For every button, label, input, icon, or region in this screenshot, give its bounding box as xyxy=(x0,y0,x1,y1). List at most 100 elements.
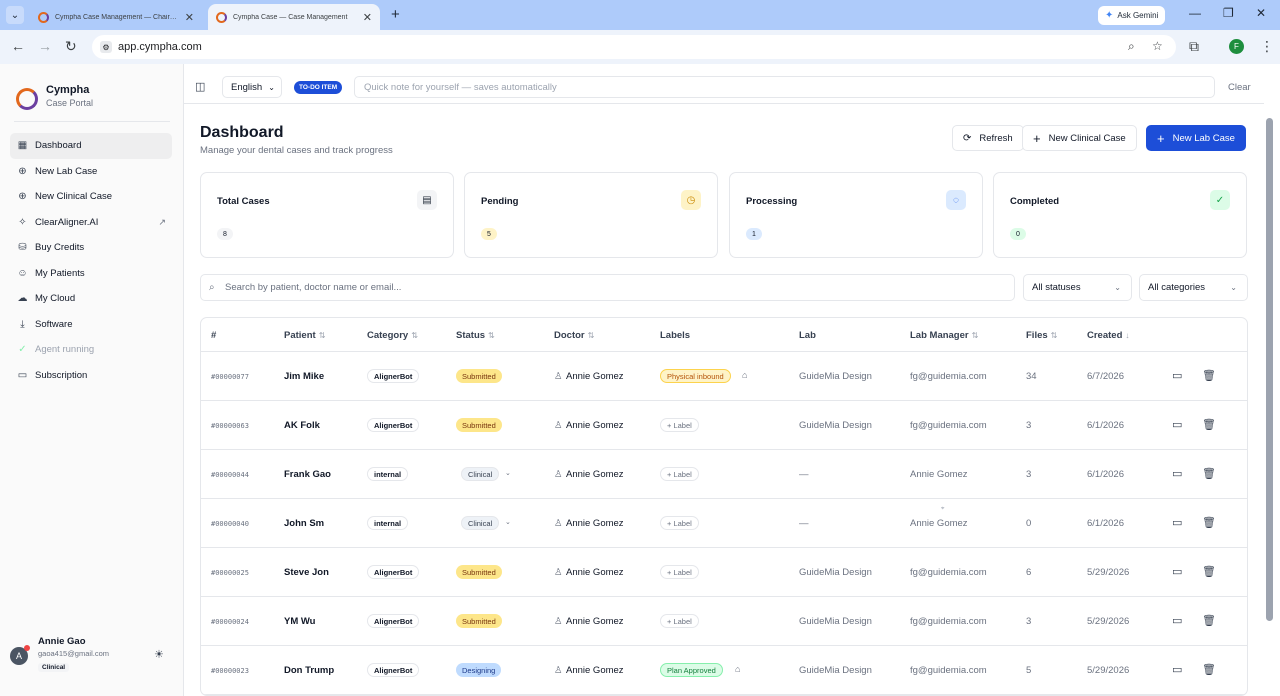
comment-icon[interactable]: ▭ xyxy=(1172,565,1182,578)
sidebar-item-new-clinical-case[interactable]: ⊕ New Clinical Case xyxy=(10,184,172,210)
close-tab-icon[interactable]: ✕ xyxy=(185,11,194,24)
chevron-down-icon[interactable]: ⌄ xyxy=(505,518,511,526)
table-row[interactable]: #00000040 John Sm internal Clinical ⌄ ♙ Annie … xyxy=(201,499,1247,548)
language-select[interactable]: English ⌄ xyxy=(222,76,282,98)
case-id[interactable]: #00000063 xyxy=(211,422,249,430)
sidebar-item-my-cloud[interactable]: ☁ My Cloud xyxy=(10,286,172,312)
label-chip[interactable]: Physical inbound xyxy=(660,369,731,383)
new-tab-icon[interactable]: + xyxy=(391,6,400,23)
patient-name[interactable]: YM Wu xyxy=(284,616,316,627)
comment-icon[interactable]: ▭ xyxy=(1172,614,1182,627)
column-header-lab-manager[interactable]: Lab Manager ⇅ xyxy=(910,330,978,341)
brand[interactable]: Cympha Case Portal xyxy=(16,84,93,110)
site-info-icon[interactable]: ⚙ xyxy=(100,41,112,53)
trash-icon[interactable]: 🗑 xyxy=(1202,467,1216,480)
case-id[interactable]: #00000040 xyxy=(211,520,249,528)
back-icon[interactable]: ← xyxy=(11,38,25,54)
new-lab-case-button[interactable]: + New Lab Case xyxy=(1146,125,1246,151)
patient-name[interactable]: John Sm xyxy=(284,518,324,529)
status-filter-select[interactable]: All statuses ⌄ xyxy=(1023,274,1132,301)
clear-note-button[interactable]: Clear xyxy=(1228,82,1251,93)
search-input[interactable]: ⌕ Search by patient, doctor name or emai… xyxy=(200,274,1015,301)
table-row[interactable]: #00000077 Jim Mike AlignerBot Submitted ♙ Ann… xyxy=(201,352,1247,401)
theme-toggle-icon[interactable]: ☀ xyxy=(154,648,164,661)
maximize-icon[interactable]: ❐ xyxy=(1223,6,1234,20)
sidebar-item-dashboard[interactable]: ▦ Dashboard xyxy=(10,133,172,159)
comment-icon[interactable]: ▭ xyxy=(1172,467,1182,480)
refresh-button[interactable]: ⟳ Refresh xyxy=(952,125,1024,151)
case-id[interactable]: #00000023 xyxy=(211,667,249,675)
label-chip[interactable]: + Label xyxy=(660,614,699,628)
browser-tab-2[interactable]: Cympha Case — Case Management ✕ xyxy=(208,4,380,30)
comment-icon[interactable]: ▭ xyxy=(1172,663,1182,676)
case-id[interactable]: #00000025 xyxy=(211,569,249,577)
sidebar-item-my-patients[interactable]: ☺ My Patients xyxy=(10,261,172,287)
column-header-created[interactable]: Created ↓ xyxy=(1087,330,1129,341)
todo-badge[interactable]: TO-DO ITEM xyxy=(294,81,343,94)
case-id[interactable]: #00000077 xyxy=(211,373,249,381)
sidebar-item-agent-running[interactable]: ✓ Agent running xyxy=(10,337,172,363)
extensions-icon[interactable]: ⧉ xyxy=(1189,38,1199,55)
status-badge[interactable]: Clinical xyxy=(461,467,500,481)
patient-name[interactable]: Don Trump xyxy=(284,665,334,676)
sidebar-item-buy-credits[interactable]: ⛁ Buy Credits xyxy=(10,235,172,261)
close-window-icon[interactable]: ✕ xyxy=(1256,6,1266,20)
table-row[interactable]: #00000044 Frank Gao internal Clinical ⌄ ♙ Anni… xyxy=(201,450,1247,499)
label-chip[interactable]: Plan Approved xyxy=(660,663,723,677)
sidebar-item-subscription[interactable]: ▭ Subscription xyxy=(10,363,172,389)
column-header-doctor[interactable]: Doctor ⇅ xyxy=(554,330,594,341)
table-row[interactable]: #00000063 AK Folk AlignerBot Submitted ♙ Anni… xyxy=(201,401,1247,450)
chevron-down-icon[interactable]: ⌄ xyxy=(505,469,511,477)
quick-note-input[interactable]: Quick note for yourself — saves automati… xyxy=(354,76,1215,98)
stat-card-pending[interactable]: Pending ◷ 5 xyxy=(464,172,718,258)
browser-menu-icon[interactable]: ⋮ xyxy=(1260,38,1274,55)
case-id[interactable]: #00000024 xyxy=(211,618,249,626)
trash-icon[interactable]: 🗑 xyxy=(1202,369,1216,382)
tag-icon[interactable]: ⌂ xyxy=(742,370,747,380)
table-row[interactable]: #00000025 Steve Jon AlignerBot Submitted ♙ An… xyxy=(201,548,1247,597)
trash-icon[interactable]: 🗑 xyxy=(1202,418,1216,431)
sidebar-item-new-lab-case[interactable]: ⊕ New Lab Case xyxy=(10,159,172,185)
case-id[interactable]: #00000044 xyxy=(211,471,249,479)
category-filter-select[interactable]: All categories ⌄ xyxy=(1139,274,1248,301)
table-row[interactable]: #00000024 YM Wu AlignerBot Submitted ♙ Annie … xyxy=(201,597,1247,646)
patient-name[interactable]: Jim Mike xyxy=(284,371,324,382)
bookmark-star-icon[interactable]: ☆ xyxy=(1152,39,1163,53)
label-chip[interactable]: + Label xyxy=(660,565,699,579)
trash-icon[interactable]: 🗑 xyxy=(1202,516,1216,529)
scrollbar-thumb[interactable] xyxy=(1266,118,1273,621)
column-header-patient[interactable]: Patient ⇅ xyxy=(284,330,325,341)
sidebar-item-software[interactable]: ⤓ Software xyxy=(10,312,172,338)
label-chip[interactable]: + Label xyxy=(660,418,699,432)
patient-name[interactable]: Frank Gao xyxy=(284,469,331,480)
minimize-icon[interactable]: — xyxy=(1189,6,1201,20)
stat-card-completed[interactable]: Completed ✓ 0 xyxy=(993,172,1247,258)
label-chip[interactable]: + Label xyxy=(660,467,699,481)
column-header-status[interactable]: Status ⇅ xyxy=(456,330,495,341)
zoom-icon[interactable]: ⌕ xyxy=(1128,39,1135,54)
patient-name[interactable]: AK Folk xyxy=(284,420,320,431)
patient-name[interactable]: Steve Jon xyxy=(284,567,329,578)
table-row[interactable]: #00000023 Don Trump AlignerBot Designing ♙ An… xyxy=(201,646,1247,695)
column-header-files[interactable]: Files ⇅ xyxy=(1026,330,1057,341)
address-bar[interactable]: ⚙ app.cympha.com ⌕ ☆ xyxy=(92,35,1176,59)
tab-search-icon[interactable]: ⌄ xyxy=(6,6,24,24)
browser-tab-1[interactable]: Cympha Case Management — Chairside.consu… xyxy=(30,4,202,30)
comment-icon[interactable]: ▭ xyxy=(1172,369,1182,382)
sidebar-item-clearaligner[interactable]: ✧ ClearAligner.AI ↗ xyxy=(10,210,172,236)
comment-icon[interactable]: ▭ xyxy=(1172,516,1182,529)
tag-icon[interactable]: ⌂ xyxy=(735,664,740,674)
ask-gemini-button[interactable]: ✦ Ask Gemini xyxy=(1098,6,1166,25)
column-header-category[interactable]: Category ⇅ xyxy=(367,330,418,341)
comment-icon[interactable]: ▭ xyxy=(1172,418,1182,431)
label-chip[interactable]: + Label xyxy=(660,516,699,530)
status-badge[interactable]: Clinical xyxy=(461,516,500,530)
reload-icon[interactable]: ↻ xyxy=(65,38,77,55)
close-tab-icon[interactable]: ✕ xyxy=(363,11,372,24)
user-profile[interactable]: A Annie Gao gaoa415@gmail.com Clinical ☀ xyxy=(10,634,174,678)
stat-card-processing[interactable]: Processing ◌ 1 xyxy=(729,172,983,258)
new-clinical-case-button[interactable]: + New Clinical Case xyxy=(1022,125,1137,151)
toggle-sidebar-icon[interactable]: ◫ xyxy=(195,80,205,93)
trash-icon[interactable]: 🗑 xyxy=(1202,565,1216,578)
profile-avatar[interactable]: F xyxy=(1229,39,1244,54)
